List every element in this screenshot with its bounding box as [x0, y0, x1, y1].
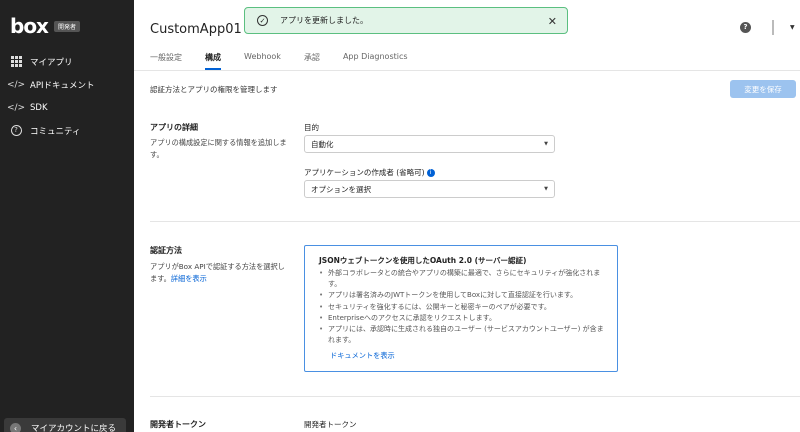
sidebar-item-label: APIドキュメント	[30, 80, 95, 91]
help-icon[interactable]: ?	[740, 22, 751, 33]
dev-token-title: 開発者トークン	[150, 420, 206, 429]
sidebar-item-api-docs[interactable]: </> APIドキュメント	[0, 73, 134, 96]
sidebar-item-sdk[interactable]: </> SDK	[0, 96, 134, 119]
main-content: CustomApp01 ✓ アプリを更新しました。 ✕ ? ▼ 一般設定 構成 …	[134, 0, 800, 432]
sidebar-item-label: マイアプリ	[30, 57, 73, 68]
tab-app-diagnostics[interactable]: App Diagnostics	[343, 52, 408, 70]
info-icon[interactable]: i	[426, 169, 435, 177]
chevron-down-icon[interactable]: ▼	[790, 24, 795, 31]
purpose-value: 自動化	[311, 139, 334, 149]
page-description: 認証方法とアプリの権限を管理します	[150, 85, 278, 94]
creator-label-text: アプリケーションの作成者 (省略可)	[304, 168, 425, 177]
chevron-left-icon: ‹	[10, 422, 21, 432]
oauth-feature-list: 外部コラボレータとの統合やアプリの構築に最適で、さらにセキュリティが強化されます…	[319, 268, 605, 346]
app-details-description: アプリの構成設定に関する情報を追加します。	[150, 138, 287, 159]
sidebar-item-label: SDK	[30, 102, 48, 113]
auth-method-title: 認証方法	[150, 246, 182, 255]
auth-method-description: アプリがBox APIで認証する方法を選択します。詳細を表示	[150, 261, 290, 285]
back-to-account-button[interactable]: ‹ マイアカウントに戻る	[4, 418, 126, 432]
sidebar-item-label: コミュニティ	[30, 126, 81, 137]
tab-configuration[interactable]: 構成	[205, 52, 221, 70]
list-item: 外部コラボレータとの統合やアプリの構築に最適で、さらにセキュリティが強化されます…	[319, 268, 605, 290]
tab-authorization[interactable]: 承認	[304, 52, 320, 70]
sidebar-item-community[interactable]: ? コミュニティ	[0, 119, 134, 142]
oauth-jwt-option[interactable]: JSONウェブトークンを使用したOAuth 2.0 (サーバー認証) 外部コラボ…	[304, 245, 618, 372]
list-item: セキュリティを強化するには、公開キーと秘密キーのペアが必要です。	[319, 302, 605, 313]
dev-token-label: 開発者トークン	[304, 420, 357, 429]
chevron-down-icon: ▼	[544, 141, 548, 147]
creator-label: アプリケーションの作成者 (省略可) i	[304, 167, 435, 178]
chevron-down-icon: ▼	[544, 186, 548, 192]
list-item: Enterpriseへのアクセスに承認をリクエストします。	[319, 313, 605, 324]
view-docs-link[interactable]: ドキュメントを表示	[330, 351, 605, 361]
toast-message: アプリを更新しました。	[280, 16, 368, 25]
app-details-title: アプリの詳細	[150, 123, 198, 132]
sidebar-item-my-apps[interactable]: マイアプリ	[0, 50, 134, 73]
code-icon: </>	[6, 102, 26, 113]
box-logo[interactable]: box	[10, 14, 49, 38]
sidebar: box 開発者 マイアプリ </> APIドキュメント </> SDK ? コミ…	[0, 0, 134, 432]
developer-badge: 開発者	[53, 20, 80, 32]
success-toast: ✓ アプリを更新しました。 ✕	[244, 7, 568, 34]
code-icon: </>	[6, 79, 26, 90]
account-button-label: マイアカウントに戻る	[31, 424, 117, 432]
purpose-label: 目的	[304, 123, 319, 132]
creator-value: オプションを選択	[311, 184, 371, 194]
grid-icon	[10, 55, 22, 68]
sidebar-nav: マイアプリ </> APIドキュメント </> SDK ? コミュニティ	[0, 50, 134, 142]
section-divider	[150, 396, 800, 397]
avatar[interactable]	[772, 20, 774, 35]
check-circle-icon: ✓	[257, 15, 268, 26]
creator-select[interactable]: オプションを選択 ▼	[304, 180, 555, 198]
list-item: アプリには、承認時に生成される独自のユーザー (サービスアカウントユーザー) が…	[319, 324, 605, 346]
details-link[interactable]: 詳細を表示	[171, 274, 207, 283]
oauth-option-title: JSONウェブトークンを使用したOAuth 2.0 (サーバー認証)	[319, 256, 527, 265]
close-icon[interactable]: ✕	[548, 15, 557, 28]
logo-row: box 開発者	[10, 14, 80, 38]
section-divider	[150, 221, 800, 222]
tabs-divider	[134, 70, 800, 71]
tab-general[interactable]: 一般設定	[150, 52, 182, 70]
purpose-select[interactable]: 自動化 ▼	[304, 135, 555, 153]
save-button[interactable]: 変更を保存	[730, 80, 796, 98]
tab-webhook[interactable]: Webhook	[244, 52, 281, 70]
page-title: CustomApp01	[150, 22, 242, 37]
list-item: アプリは署名済みのJWTトークンを使用してBoxに対して直接認証を行います。	[319, 290, 605, 301]
question-icon: ?	[10, 125, 22, 137]
tab-bar: 一般設定 構成 Webhook 承認 App Diagnostics	[150, 52, 431, 70]
